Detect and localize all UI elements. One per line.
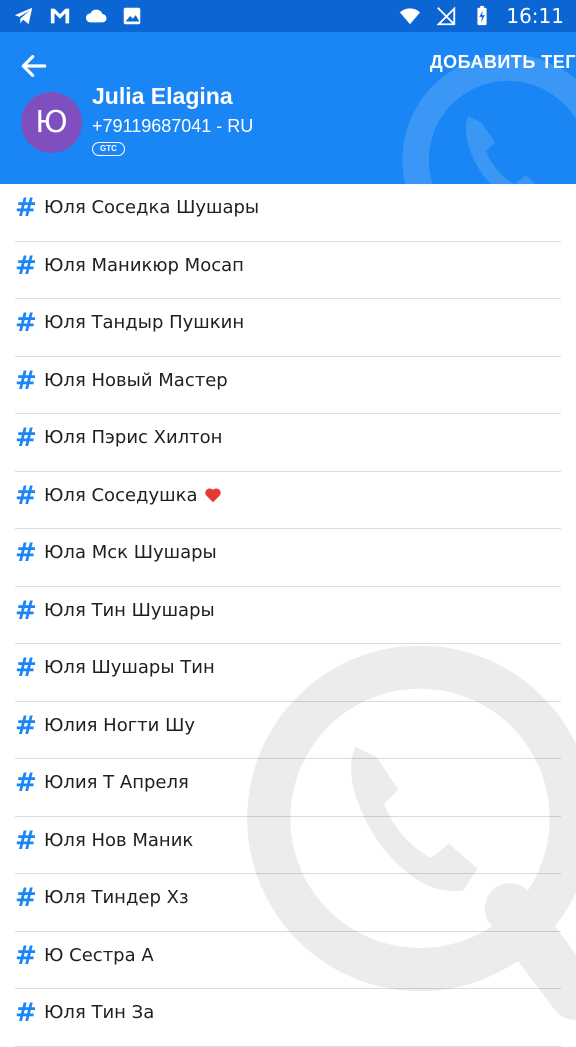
tag-list-item[interactable]: # Юля Тандыр Пушкин (15, 299, 561, 357)
battery-charging-icon (477, 5, 487, 26)
hashtag-icon: # (15, 365, 37, 396)
tag-list-item[interactable]: # Юлия Ногти Шу (15, 702, 561, 759)
tag-list-item[interactable]: # Юля Соседка Шушары (15, 184, 561, 242)
tag-label: Юля Тиндер Хз (44, 887, 189, 908)
hashtag-icon: # (15, 883, 37, 913)
tag-list-item[interactable]: # Юля Нов Маник (15, 817, 561, 874)
hashtag-icon: # (15, 308, 37, 338)
telegram-icon (14, 7, 33, 25)
image-icon (123, 7, 141, 25)
tag-label: Юла Мск Шушары (44, 542, 217, 563)
system-icons: 16:11 (398, 4, 564, 28)
hashtag-icon: # (15, 825, 37, 856)
tag-list-item[interactable]: # Юля Маникюр Мосап (15, 242, 561, 299)
hashtag-icon: # (15, 595, 37, 626)
tag-list-item[interactable]: # Юля Тиндер Хз (15, 874, 561, 932)
heart-icon (204, 487, 221, 502)
tag-list-item[interactable]: # Ю Сестра А (15, 932, 561, 989)
add-tag-button[interactable]: ДОБАВИТЬ ТЕГ (430, 51, 576, 73)
hashtag-icon: # (15, 480, 37, 511)
carrier-badge: GTC (92, 142, 125, 156)
tag-list-item[interactable]: # Юля Тин За (15, 989, 561, 1047)
tag-label: Юля Тин За (44, 1002, 155, 1023)
hashtag-icon: # (15, 538, 37, 568)
wifi-icon (400, 8, 421, 25)
clock: 16:11 (506, 4, 564, 28)
tag-label: Юля Новый Мастер (44, 369, 228, 391)
status-bar: 16:11 (0, 0, 576, 32)
tag-list-item[interactable]: # Юля Тин Шушары (15, 587, 561, 644)
hashtag-icon: # (15, 940, 37, 971)
hashtag-icon: # (15, 768, 37, 798)
hashtag-icon: # (15, 193, 37, 223)
hashtag-icon: # (15, 653, 37, 683)
tag-list-item[interactable]: # Юля Новый Мастер (15, 357, 561, 414)
tag-label: Юля Пэрис Хилтон (44, 427, 223, 448)
hashtag-icon: # (15, 250, 37, 281)
tag-label: Юля Нов Маник (44, 829, 194, 851)
tag-label: Юлия Т Апреля (44, 772, 189, 793)
tag-list-item[interactable]: # Юла Мск Шушары (15, 529, 561, 587)
cloud-icon (85, 9, 107, 23)
tag-label: Юля Тандыр Пушкин (44, 312, 245, 333)
hashtag-icon: # (15, 423, 37, 453)
no-signal-icon (436, 6, 456, 26)
tag-label: Юля Соседка Шушары (44, 197, 260, 218)
hashtag-icon: # (15, 998, 37, 1028)
tag-label: Ю Сестра А (44, 944, 154, 966)
tag-label: Юлия Ногти Шу (44, 714, 195, 736)
tag-label: Юля Шушары Тин (44, 657, 215, 678)
notification-icons (12, 5, 144, 27)
contact-phone: +79119687041 - RU (92, 116, 254, 136)
gmail-icon (50, 8, 70, 24)
tag-label: Юля Маникюр Мосап (44, 254, 244, 276)
avatar: Ю (21, 92, 82, 153)
tag-label: Юля Тин Шушары (44, 599, 215, 621)
tag-list-item[interactable]: # Юля Пэрис Хилтон (15, 414, 561, 472)
tag-list-item[interactable]: # Юля Шушары Тин (15, 644, 561, 702)
tag-list-item[interactable]: # Юлия Т Апреля (15, 759, 561, 817)
tag-label: Юля Соседушка (44, 485, 222, 506)
back-arrow-icon[interactable] (18, 50, 50, 82)
tag-list-item[interactable]: # Юля Соседушка (15, 472, 561, 529)
tag-list: # Юля Соседка Шушары # Юля Маникюр Мосап # Юл… (0, 184, 576, 1047)
hashtag-icon: # (15, 710, 37, 741)
contact-header: ДОБАВИТЬ ТЕГ Ю Julia Elagina +7911968704… (0, 32, 576, 184)
contact-name: Julia Elagina (92, 83, 233, 109)
